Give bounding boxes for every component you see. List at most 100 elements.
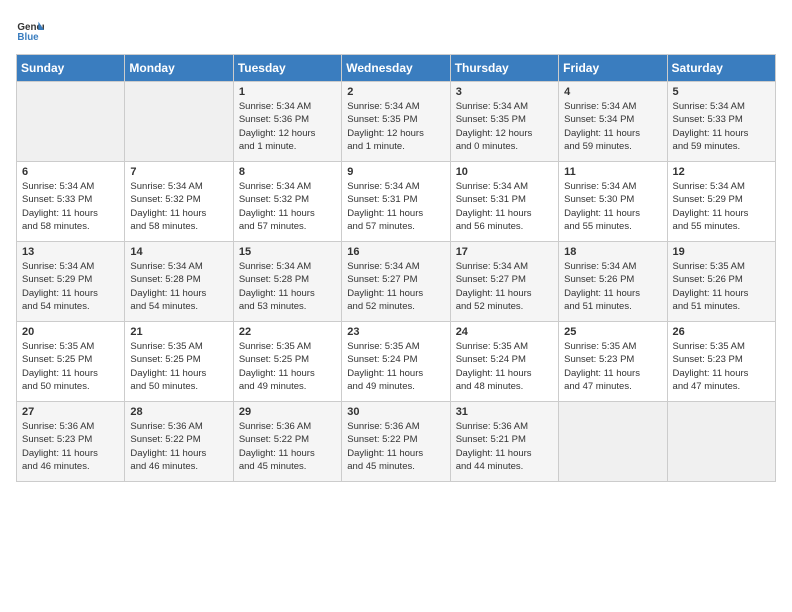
- day-number: 9: [347, 166, 444, 178]
- calendar-week-5: 27Sunrise: 5:36 AM Sunset: 5:23 PM Dayli…: [17, 402, 776, 482]
- calendar-cell: [125, 82, 233, 162]
- day-number: 12: [673, 166, 770, 178]
- day-number: 6: [22, 166, 119, 178]
- day-info: Sunrise: 5:35 AM Sunset: 5:25 PM Dayligh…: [239, 340, 336, 393]
- day-number: 22: [239, 326, 336, 338]
- day-number: 26: [673, 326, 770, 338]
- calendar-cell: 15Sunrise: 5:34 AM Sunset: 5:28 PM Dayli…: [233, 242, 341, 322]
- day-number: 28: [130, 406, 227, 418]
- day-number: 13: [22, 246, 119, 258]
- weekday-header-wednesday: Wednesday: [342, 55, 450, 82]
- day-number: 19: [673, 246, 770, 258]
- calendar-cell: 24 Sunrise: 5:35 AM Sunset: 5:24 PM Dayli…: [450, 322, 558, 402]
- day-number: 21: [130, 326, 227, 338]
- day-info: Sunrise: 5:36 AM Sunset: 5:22 PM Dayligh…: [239, 420, 336, 473]
- weekday-header-row: SundayMondayTuesdayWednesdayThursdayFrid…: [17, 55, 776, 82]
- weekday-header-tuesday: Tuesday: [233, 55, 341, 82]
- day-number: 17: [456, 246, 553, 258]
- day-number: 10: [456, 166, 553, 178]
- day-number: 25: [564, 326, 661, 338]
- calendar-cell: 14 Sunrise: 5:34 AM Sunset: 5:28 PM Dayli…: [125, 242, 233, 322]
- calendar-cell: 10 Sunrise: 5:34 AM Sunset: 5:31 PM Dayli…: [450, 162, 558, 242]
- day-number: 27: [22, 406, 119, 418]
- day-number: 24: [456, 326, 553, 338]
- day-info: Sunrise: 5:35 AM Sunset: 5:23 PM Dayligh…: [564, 340, 661, 393]
- calendar-cell: 7 Sunrise: 5:34 AM Sunset: 5:32 PM Daylig…: [125, 162, 233, 242]
- day-info: Sunrise: 5:35 AM Sunset: 5:25 PM Dayligh…: [22, 340, 119, 393]
- calendar-cell: 30 Sunrise: 5:36 AM Sunset: 5:22 PM Dayli…: [342, 402, 450, 482]
- weekday-header-friday: Friday: [559, 55, 667, 82]
- day-info: Sunrise: 5:34 AM Sunset: 5:30 PM Dayligh…: [564, 180, 661, 233]
- calendar-week-4: 20 Sunrise: 5:35 AM Sunset: 5:25 PM Dayli…: [17, 322, 776, 402]
- calendar-cell: 2 Sunrise: 5:34 AM Sunset: 5:35 PM Daylig…: [342, 82, 450, 162]
- calendar-cell: [667, 402, 775, 482]
- day-info: Sunrise: 5:34 AM Sunset: 5:35 PM Dayligh…: [347, 100, 444, 153]
- day-info: Sunrise: 5:34 AM Sunset: 5:32 PM Dayligh…: [239, 180, 336, 233]
- calendar-cell: 8 Sunrise: 5:34 AM Sunset: 5:32 PM Daylig…: [233, 162, 341, 242]
- calendar-body: 1 Sunrise: 5:34 AM Sunset: 5:36 PM Daylig…: [17, 82, 776, 482]
- day-info: Sunrise: 5:34 AM Sunset: 5:29 PM Dayligh…: [673, 180, 770, 233]
- calendar-cell: 21 Sunrise: 5:35 AM Sunset: 5:25 PM Dayli…: [125, 322, 233, 402]
- day-number: 18: [564, 246, 661, 258]
- calendar-cell: [559, 402, 667, 482]
- calendar-cell: 25 Sunrise: 5:35 AM Sunset: 5:23 PM Dayli…: [559, 322, 667, 402]
- day-number: 29: [239, 406, 336, 418]
- day-number: 20: [22, 326, 119, 338]
- logo-icon: General Blue: [16, 16, 44, 44]
- calendar-week-3: 13 Sunrise: 5:34 AM Sunset: 5:29 PM Dayli…: [17, 242, 776, 322]
- day-number: 7: [130, 166, 227, 178]
- day-number: 8: [239, 166, 336, 178]
- calendar-cell: 29 Sunrise: 5:36 AM Sunset: 5:22 PM Dayli…: [233, 402, 341, 482]
- calendar-cell: 5Sunrise: 5:34 AM Sunset: 5:33 PM Daylig…: [667, 82, 775, 162]
- weekday-header-saturday: Saturday: [667, 55, 775, 82]
- day-number: 4: [564, 86, 661, 98]
- calendar-table: SundayMondayTuesdayWednesdayThursdayFrid…: [16, 54, 776, 482]
- day-info: Sunrise: 5:36 AM Sunset: 5:22 PM Dayligh…: [130, 420, 227, 473]
- day-number: 14: [130, 246, 227, 258]
- calendar-cell: [17, 82, 125, 162]
- day-info: Sunrise: 5:35 AM Sunset: 5:24 PM Dayligh…: [347, 340, 444, 393]
- day-number: 16: [347, 246, 444, 258]
- calendar-header: SundayMondayTuesdayWednesdayThursdayFrid…: [17, 55, 776, 82]
- calendar-cell: 1 Sunrise: 5:34 AM Sunset: 5:36 PM Daylig…: [233, 82, 341, 162]
- calendar-cell: 13 Sunrise: 5:34 AM Sunset: 5:29 PM Dayli…: [17, 242, 125, 322]
- weekday-header-sunday: Sunday: [17, 55, 125, 82]
- svg-text:Blue: Blue: [17, 32, 39, 43]
- day-number: 31: [456, 406, 553, 418]
- day-info: Sunrise: 5:34 AM Sunset: 5:33 PM Dayligh…: [22, 180, 119, 233]
- calendar-cell: 22 Sunrise: 5:35 AM Sunset: 5:25 PM Dayli…: [233, 322, 341, 402]
- day-info: Sunrise: 5:35 AM Sunset: 5:26 PM Dayligh…: [673, 260, 770, 313]
- day-info: Sunrise: 5:35 AM Sunset: 5:23 PM Dayligh…: [673, 340, 770, 393]
- calendar-cell: 27Sunrise: 5:36 AM Sunset: 5:23 PM Dayli…: [17, 402, 125, 482]
- calendar-cell: 23Sunrise: 5:35 AM Sunset: 5:24 PM Dayli…: [342, 322, 450, 402]
- day-info: Sunrise: 5:34 AM Sunset: 5:33 PM Dayligh…: [673, 100, 770, 153]
- day-number: 2: [347, 86, 444, 98]
- weekday-header-thursday: Thursday: [450, 55, 558, 82]
- day-number: 1: [239, 86, 336, 98]
- calendar-cell: 18Sunrise: 5:34 AM Sunset: 5:26 PM Dayli…: [559, 242, 667, 322]
- day-number: 11: [564, 166, 661, 178]
- day-info: Sunrise: 5:34 AM Sunset: 5:28 PM Dayligh…: [130, 260, 227, 313]
- day-info: Sunrise: 5:34 AM Sunset: 5:31 PM Dayligh…: [347, 180, 444, 233]
- day-number: 30: [347, 406, 444, 418]
- calendar-cell: 17 Sunrise: 5:34 AM Sunset: 5:27 PM Dayli…: [450, 242, 558, 322]
- day-info: Sunrise: 5:34 AM Sunset: 5:27 PM Dayligh…: [456, 260, 553, 313]
- calendar-cell: 12 Sunrise: 5:34 AM Sunset: 5:29 PM Dayli…: [667, 162, 775, 242]
- calendar-cell: 4Sunrise: 5:34 AM Sunset: 5:34 PM Daylig…: [559, 82, 667, 162]
- calendar-cell: 3Sunrise: 5:34 AM Sunset: 5:35 PM Daylig…: [450, 82, 558, 162]
- day-info: Sunrise: 5:36 AM Sunset: 5:22 PM Dayligh…: [347, 420, 444, 473]
- day-info: Sunrise: 5:36 AM Sunset: 5:21 PM Dayligh…: [456, 420, 553, 473]
- day-info: Sunrise: 5:34 AM Sunset: 5:31 PM Dayligh…: [456, 180, 553, 233]
- page-header: General Blue: [16, 16, 776, 44]
- day-info: Sunrise: 5:35 AM Sunset: 5:24 PM Dayligh…: [456, 340, 553, 393]
- day-info: Sunrise: 5:34 AM Sunset: 5:32 PM Dayligh…: [130, 180, 227, 233]
- day-info: Sunrise: 5:34 AM Sunset: 5:36 PM Dayligh…: [239, 100, 336, 153]
- calendar-cell: 31 Sunrise: 5:36 AM Sunset: 5:21 PM Dayli…: [450, 402, 558, 482]
- calendar-cell: 19 Sunrise: 5:35 AM Sunset: 5:26 PM Dayli…: [667, 242, 775, 322]
- day-info: Sunrise: 5:34 AM Sunset: 5:28 PM Dayligh…: [239, 260, 336, 313]
- calendar-cell: 6 Sunrise: 5:34 AM Sunset: 5:33 PM Daylig…: [17, 162, 125, 242]
- day-info: Sunrise: 5:35 AM Sunset: 5:25 PM Dayligh…: [130, 340, 227, 393]
- day-info: Sunrise: 5:34 AM Sunset: 5:29 PM Dayligh…: [22, 260, 119, 313]
- calendar-cell: 20 Sunrise: 5:35 AM Sunset: 5:25 PM Dayli…: [17, 322, 125, 402]
- day-number: 3: [456, 86, 553, 98]
